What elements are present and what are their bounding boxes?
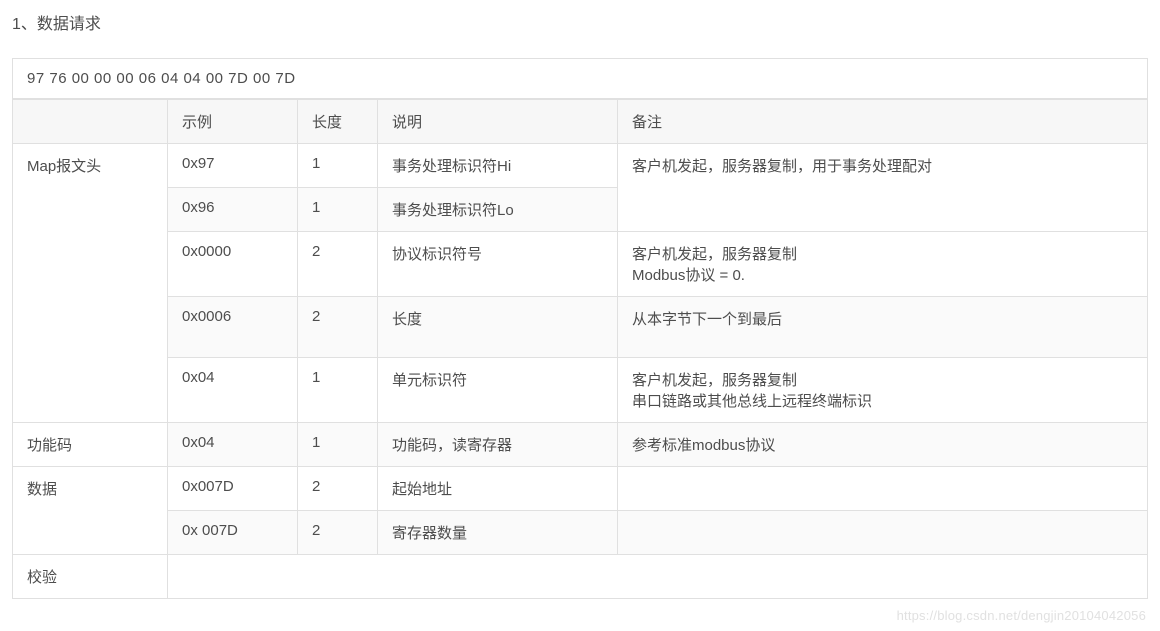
cell-example: 0x007D bbox=[168, 467, 298, 511]
cell-desc: 长度 bbox=[378, 297, 618, 358]
cell-remark: 从本字节下一个到最后 bbox=[618, 297, 1148, 358]
cell-length: 2 bbox=[298, 232, 378, 297]
cell-remark bbox=[618, 467, 1148, 511]
cell-length: 1 bbox=[298, 144, 378, 188]
hex-data-line: 97 76 00 00 00 06 04 04 00 7D 00 7D bbox=[12, 58, 1148, 99]
cell-example: 0x0006 bbox=[168, 297, 298, 358]
table-row: 0x0006 2 长度 从本字节下一个到最后 bbox=[13, 297, 1148, 358]
table-row: 数据 0x007D 2 起始地址 bbox=[13, 467, 1148, 511]
cell-remark: 参考标准modbus协议 bbox=[618, 423, 1148, 467]
table-row: 校验 bbox=[13, 555, 1148, 599]
cell-length: 2 bbox=[298, 297, 378, 358]
group-data: 数据 bbox=[13, 467, 168, 555]
cell-length: 1 bbox=[298, 188, 378, 232]
group-func-code: 功能码 bbox=[13, 423, 168, 467]
watermark-text: https://blog.csdn.net/dengjin20104042056 bbox=[897, 608, 1146, 623]
protocol-table: 示例 长度 说明 备注 Map报文头 0x97 1 事务处理标识符Hi 客户机发… bbox=[12, 99, 1148, 599]
cell-desc: 协议标识符号 bbox=[378, 232, 618, 297]
group-map-header: Map报文头 bbox=[13, 144, 168, 423]
header-remark: 备注 bbox=[618, 100, 1148, 144]
header-group bbox=[13, 100, 168, 144]
cell-desc: 寄存器数量 bbox=[378, 511, 618, 555]
table-row: 功能码 0x04 1 功能码，读寄存器 参考标准modbus协议 bbox=[13, 423, 1148, 467]
cell-desc: 起始地址 bbox=[378, 467, 618, 511]
cell-example: 0x 007D bbox=[168, 511, 298, 555]
table-row: 0x 007D 2 寄存器数量 bbox=[13, 511, 1148, 555]
cell-example: 0x04 bbox=[168, 423, 298, 467]
table-row: Map报文头 0x97 1 事务处理标识符Hi 客户机发起，服务器复制，用于事务… bbox=[13, 144, 1148, 188]
cell-empty bbox=[168, 555, 1148, 599]
table-row: 0x04 1 单元标识符 客户机发起，服务器复制串口链路或其他总线上远程终端标识 bbox=[13, 358, 1148, 423]
cell-example: 0x96 bbox=[168, 188, 298, 232]
group-check: 校验 bbox=[13, 555, 168, 599]
cell-example: 0x0000 bbox=[168, 232, 298, 297]
cell-example: 0x97 bbox=[168, 144, 298, 188]
cell-desc: 事务处理标识符Hi bbox=[378, 144, 618, 188]
cell-remark: 客户机发起，服务器复制Modbus协议 = 0. bbox=[618, 232, 1148, 297]
cell-remark: 客户机发起，服务器复制串口链路或其他总线上远程终端标识 bbox=[618, 358, 1148, 423]
cell-length: 1 bbox=[298, 423, 378, 467]
cell-remark: 客户机发起，服务器复制，用于事务处理配对 bbox=[618, 144, 1148, 232]
cell-length: 2 bbox=[298, 467, 378, 511]
cell-desc: 单元标识符 bbox=[378, 358, 618, 423]
cell-length: 2 bbox=[298, 511, 378, 555]
cell-length: 1 bbox=[298, 358, 378, 423]
header-example: 示例 bbox=[168, 100, 298, 144]
cell-remark bbox=[618, 511, 1148, 555]
table-header-row: 示例 长度 说明 备注 bbox=[13, 100, 1148, 144]
section-title: 1、数据请求 bbox=[12, 10, 1148, 34]
cell-desc: 功能码，读寄存器 bbox=[378, 423, 618, 467]
header-length: 长度 bbox=[298, 100, 378, 144]
cell-example: 0x04 bbox=[168, 358, 298, 423]
cell-desc: 事务处理标识符Lo bbox=[378, 188, 618, 232]
table-row: 0x0000 2 协议标识符号 客户机发起，服务器复制Modbus协议 = 0. bbox=[13, 232, 1148, 297]
header-desc: 说明 bbox=[378, 100, 618, 144]
